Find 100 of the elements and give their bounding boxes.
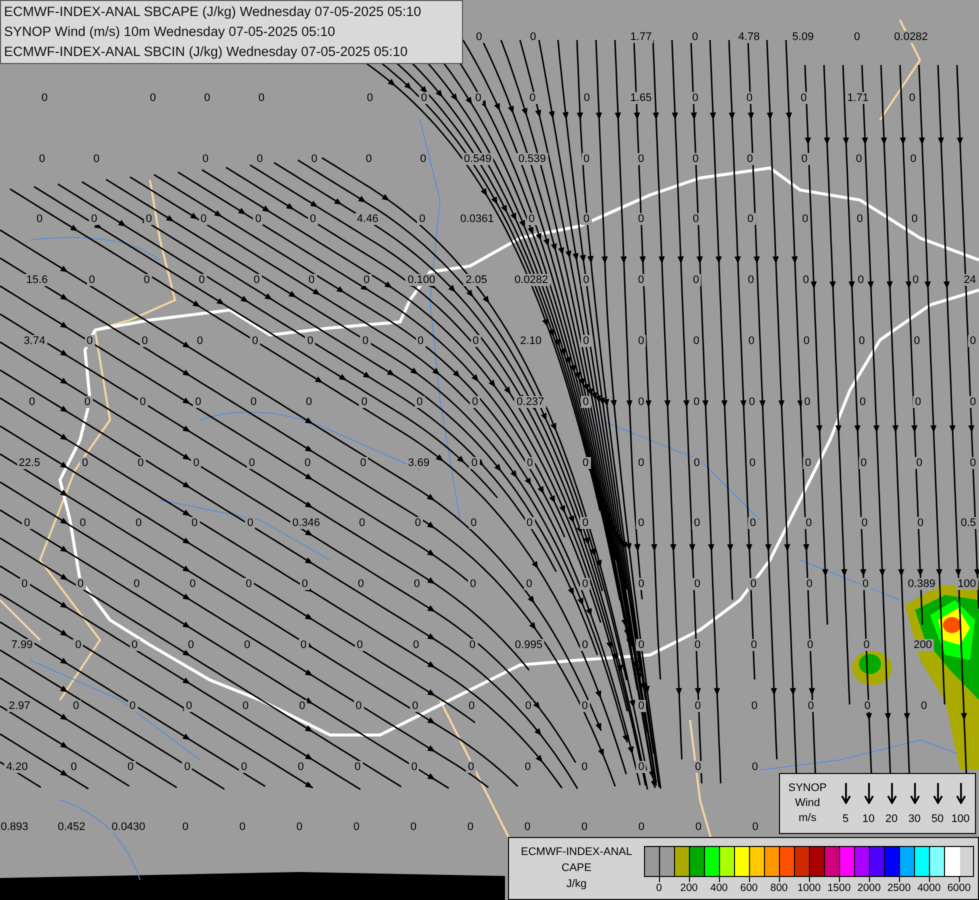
cape-value-label: 0 [800, 213, 810, 226]
map-title: ECMWF-INDEX-ANAL SBCAPE (J/kg) Wednesday 07-05-2025 05:10 [4, 3, 422, 21]
cape-value-label: 0 [248, 396, 259, 408]
cape-value-label: 0 [198, 213, 209, 226]
cape-value-label: 0 [144, 213, 154, 226]
cape-value-label: 0 [19, 578, 30, 590]
cape-value-label: 0 [415, 335, 426, 347]
cape-value-label: 3.69 [406, 456, 432, 469]
cape-value-label: 0 [582, 152, 592, 165]
cape-value-label: 0 [693, 821, 704, 834]
cape-value-label: 0 [250, 335, 260, 347]
cape-value-label: 0 [636, 213, 646, 226]
cape-value-label: 0 [91, 152, 102, 165]
cape-value-label: 0 [910, 274, 921, 286]
cape-value-label: 0 [804, 517, 814, 530]
cape-value-label: 0 [89, 213, 100, 226]
cape-value-label: 0 [526, 213, 537, 226]
down-arrow-icon [840, 782, 850, 804]
cape-value-label: 0 [294, 821, 304, 834]
map-title: SYNOP Wind (m/s) 10m Wednesday 07-05-2025 05:10 [4, 23, 336, 41]
cape-value-label: 0 [354, 700, 364, 712]
cape-value-label: 0 [468, 517, 479, 530]
cape-value-label: 0 [907, 92, 918, 104]
cape-value-label: 4.78 [736, 31, 762, 43]
cape-value-label: 0 [465, 821, 476, 834]
cape-value-label: 0 [636, 152, 646, 165]
cape-value-label: 0 [580, 396, 591, 408]
cape-value-label: 0 [580, 578, 590, 590]
cape-value-label: 0 [256, 92, 266, 104]
cape-value-label: 0 [467, 639, 478, 651]
cape-value-label: 0 [908, 152, 918, 165]
cape-value-label: 0 [692, 517, 702, 530]
cape-value-label: 0 [693, 760, 704, 773]
cape-value-label: 0.346 [290, 517, 322, 530]
cape-value-label: 0 [34, 213, 45, 226]
cape-value-label: 0 [364, 92, 375, 104]
cape-value-label: 0 [581, 213, 592, 226]
down-arrow-icon [886, 782, 896, 804]
cape-value-label: 0 [470, 396, 480, 408]
cape-value-label: 0 [692, 578, 702, 590]
cape-value-label: 100 [956, 578, 978, 590]
cape-value-label: 0 [302, 456, 313, 469]
cape-value-label: 0 [186, 639, 196, 651]
down-arrow-icon [910, 782, 920, 804]
cape-value-label: 0 [361, 274, 372, 286]
cape-value-label: 0 [636, 821, 646, 834]
cape-legend-label: J/kg [566, 877, 587, 892]
cape-value-label: 0 [364, 152, 374, 165]
down-arrow-icon [956, 782, 966, 804]
cape-value-label: 2.05 [464, 274, 490, 286]
cape-value-label: 0.0282 [512, 274, 550, 286]
cape-value-label: 0 [304, 396, 314, 408]
cape-value-label: 0 [80, 456, 90, 469]
cape-value-label: 1.65 [628, 92, 654, 104]
wind-legend-label: SYNOP [788, 781, 827, 796]
cape-value-label: 0 [636, 396, 646, 408]
cape-value-label: 0 [636, 760, 646, 773]
cape-value-label: 0 [412, 517, 423, 530]
cape-value-label: 0 [912, 335, 922, 347]
cape-value-label: 0 [802, 456, 814, 469]
cape-value-label: 0 [466, 760, 476, 773]
cape-value-label: 0 [636, 578, 646, 590]
cape-value-label: 0 [636, 517, 646, 530]
cape-value-label: 0 [414, 396, 425, 408]
cape-value-label: 0 [36, 152, 48, 165]
cape-value-label: 0 [200, 152, 210, 165]
cape-tick-label: 2500 [887, 882, 911, 895]
cape-value-label: 0 [636, 456, 646, 469]
cape-value-label: 0.5 [958, 517, 978, 530]
cape-value-label: 0 [858, 456, 869, 469]
cape-value-label: 0 [750, 821, 760, 834]
cape-value-label: 0 [806, 700, 816, 712]
cape-tick-label: 600 [740, 882, 758, 895]
cape-value-label: 0.452 [56, 821, 88, 834]
cape-value-label: 0 [84, 335, 95, 347]
cape-value-label: 0 [746, 335, 756, 347]
cape-value-label: 0 [691, 335, 702, 347]
cape-value-label: 4.46 [354, 213, 380, 226]
cape-value-label: 0 [800, 274, 811, 286]
cape-value-label: 0 [411, 639, 422, 651]
cape-value-label: 0 [524, 578, 534, 590]
cape-value-label: 0 [191, 456, 202, 469]
wind-speed-label: 100 [951, 812, 970, 826]
cape-value-label: 0.893 [0, 821, 30, 834]
cape-value-label: 0 [524, 517, 535, 530]
cape-value-label: 0 [802, 396, 812, 408]
cape-value-label: 0 [136, 456, 146, 469]
cape-tick-label: 1000 [797, 882, 821, 895]
cape-value-label: 0 [581, 274, 592, 286]
cape-value-label: 0 [748, 578, 758, 590]
cape-value-label: 0 [909, 213, 920, 226]
cape-value-label: 0 [298, 639, 309, 651]
cape-value-label: 0 [854, 213, 865, 226]
cape-value-label: 0 [692, 639, 703, 651]
cape-value-label: 0 [193, 396, 204, 408]
cape-value-label: 2.10 [518, 335, 544, 347]
cape-value-label: 0 [747, 456, 758, 469]
cape-value-label: 0 [636, 274, 646, 286]
cape-value-label: 0 [798, 92, 809, 104]
cape-value-label: 0 [134, 517, 144, 530]
